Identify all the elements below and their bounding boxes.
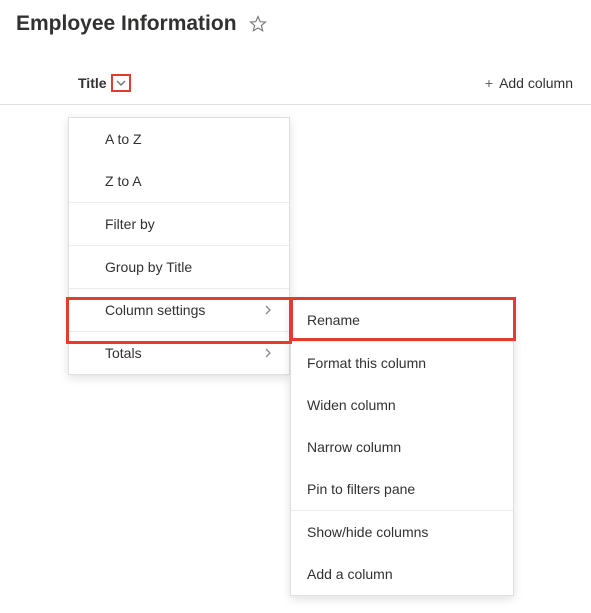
menu-group-by-label: Group by Title	[105, 259, 192, 275]
menu-column-settings-label: Column settings	[105, 302, 205, 318]
column-dropdown-highlight	[111, 74, 131, 92]
add-column-button[interactable]: + Add column	[485, 75, 573, 91]
submenu-widen-label: Widen column	[307, 397, 396, 413]
submenu-format-label: Format this column	[307, 355, 426, 371]
menu-group-by[interactable]: Group by Title	[69, 245, 289, 288]
chevron-right-icon	[263, 305, 273, 315]
menu-totals[interactable]: Totals	[69, 331, 289, 374]
submenu-pin-label: Pin to filters pane	[307, 481, 415, 497]
menu-sort-az-label: A to Z	[105, 131, 142, 147]
submenu-rename-label: Rename	[307, 312, 360, 328]
submenu-showhide[interactable]: Show/hide columns	[291, 510, 513, 553]
add-column-label: Add column	[499, 75, 573, 91]
column-settings-submenu: Rename Format this column Widen column N…	[290, 298, 514, 596]
chevron-right-icon	[263, 348, 273, 358]
page-title: Employee Information	[16, 12, 237, 36]
submenu-narrow-label: Narrow column	[307, 439, 401, 455]
submenu-narrow[interactable]: Narrow column	[291, 426, 513, 468]
header-divider	[0, 104, 591, 105]
menu-column-settings[interactable]: Column settings	[69, 288, 289, 331]
submenu-pin[interactable]: Pin to filters pane	[291, 468, 513, 510]
chevron-down-icon[interactable]	[115, 77, 127, 89]
favorite-star-icon[interactable]	[249, 15, 267, 33]
menu-sort-za[interactable]: Z to A	[69, 160, 289, 202]
column-title-label: Title	[78, 75, 107, 91]
menu-sort-za-label: Z to A	[105, 173, 142, 189]
plus-icon: +	[485, 75, 493, 91]
submenu-rename[interactable]: Rename	[291, 299, 513, 341]
menu-filter-by[interactable]: Filter by	[69, 202, 289, 245]
column-menu: A to Z Z to A Filter by Group by Title C…	[68, 117, 290, 375]
submenu-add-label: Add a column	[307, 566, 393, 582]
submenu-showhide-label: Show/hide columns	[307, 524, 428, 540]
menu-totals-label: Totals	[105, 345, 142, 361]
submenu-add[interactable]: Add a column	[291, 553, 513, 595]
submenu-format[interactable]: Format this column	[291, 341, 513, 384]
submenu-widen[interactable]: Widen column	[291, 384, 513, 426]
menu-filter-by-label: Filter by	[105, 216, 155, 232]
menu-sort-az[interactable]: A to Z	[69, 118, 289, 160]
column-header-title[interactable]: Title	[78, 74, 131, 92]
